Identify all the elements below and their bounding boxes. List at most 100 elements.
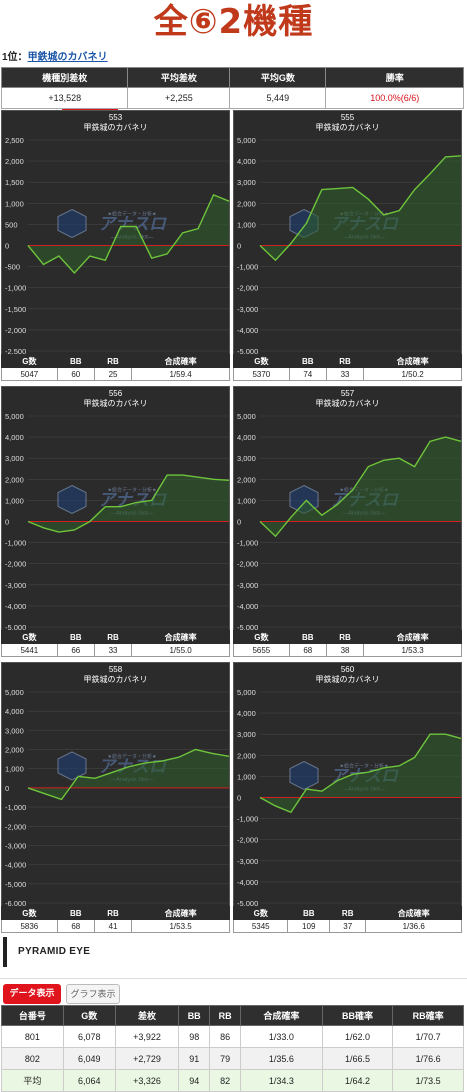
- summary-win-rate: 100.0%(6/6): [325, 87, 464, 109]
- y-tick-label: 1,000: [237, 220, 256, 229]
- table-cell: 94: [178, 1069, 211, 1092]
- summary-avg-diff: +2,255: [127, 87, 231, 109]
- chart-panel: 5,000 4,000 3,000 2,000 1,000 0 -1,000 -2,000 -3…: [233, 662, 462, 908]
- y-tick-label: -1,000: [5, 284, 26, 293]
- machine-number: 555: [340, 113, 355, 122]
- y-tick-label: 4,000: [5, 707, 24, 716]
- y-tick-label: 2,000: [5, 475, 24, 484]
- stats-cell: 38: [325, 643, 365, 657]
- machine-number: 560: [340, 665, 355, 674]
- watermark-logo: ★総合データ・分析★アナスロ—Analysis Slot—: [57, 208, 167, 241]
- rank-label: 1位：: [2, 52, 28, 63]
- chart-panel: 5,000 4,000 3,000 2,000 1,000 0 -1,000 -2,000 -3…: [1, 662, 230, 908]
- y-tick-label: 5,000: [237, 412, 256, 421]
- stats-cell: 68: [288, 643, 327, 657]
- stats-header: BB: [56, 906, 95, 920]
- y-tick-label: -1,000: [237, 815, 258, 824]
- stats-header: G数: [1, 354, 58, 368]
- machine-stats-table: G数 BB RB 合成確率 5836 68 41 1/53.5: [1, 906, 230, 933]
- chart-svg: 5,000 4,000 3,000 2,000 1,000 0 -1,000 -2,000 -3…: [237, 412, 462, 632]
- machine-name: 甲鉄城のカバネリ: [83, 123, 148, 132]
- machine-number: 557: [340, 389, 355, 398]
- machine-name: 甲鉄城のカバネリ: [83, 675, 148, 684]
- column-header: G数: [62, 1005, 116, 1026]
- stats-cell: 5655: [233, 643, 290, 657]
- y-tick-label: 5,000: [237, 136, 256, 145]
- y-tick-label: 2,000: [237, 475, 256, 484]
- y-tick-label: 2,000: [237, 199, 256, 208]
- average-row: 平均 6,064 +3,326 94 82 1/34.3 1/64.2 1/73.5: [1, 1069, 464, 1092]
- y-tick-label: 4,000: [237, 157, 256, 166]
- y-tick-label: 5,000: [237, 688, 256, 697]
- column-header: BB: [178, 1005, 211, 1026]
- stats-cell: 1/36.6: [365, 919, 462, 933]
- tab-data-view[interactable]: データ表示: [3, 984, 61, 1004]
- y-tick-label: -3,000: [237, 857, 258, 866]
- stats-header: RB: [325, 630, 365, 644]
- y-tick-label: -5,000: [5, 880, 26, 889]
- stats-header: BB: [287, 906, 331, 920]
- stats-header: 合成確率: [365, 906, 462, 920]
- stats-cell: 25: [93, 367, 133, 381]
- stats-cell: 1/55.0: [131, 643, 230, 657]
- y-tick-label: 2,000: [5, 157, 24, 166]
- table-cell: 1/76.6: [392, 1047, 464, 1070]
- y-tick-label: 3,000: [237, 454, 256, 463]
- machine-name: 甲鉄城のカバネリ: [315, 675, 380, 684]
- stats-cell: 1/53.5: [131, 919, 230, 933]
- chart-title: 558 甲鉄城のカバネリ: [2, 665, 229, 685]
- machine-number: 556: [108, 389, 123, 398]
- machine-stats-table: G数 BB RB 合成確率 5345 109 37 1/36.6: [232, 906, 462, 933]
- y-tick-label: -2,000: [5, 822, 26, 831]
- y-tick-label: -500: [5, 263, 20, 272]
- y-tick-label: 0: [5, 784, 9, 793]
- table-cell: +3,326: [114, 1069, 180, 1092]
- table-cell: 6,078: [62, 1025, 116, 1048]
- stats-header: G数: [1, 630, 58, 644]
- tab-graph-view[interactable]: グラフ表示: [66, 984, 120, 1004]
- stats-cell: 1/50.2: [363, 367, 462, 381]
- y-tick-label: 0: [5, 242, 9, 251]
- machine-stats-table: G数 BB RB 合成確率 5655 68 38 1/53.3: [233, 630, 462, 657]
- chart-title: 557 甲鉄城のカバネリ: [234, 389, 461, 409]
- stats-cell: 1/59.4: [131, 367, 230, 381]
- column-header: 合成確率: [240, 1005, 323, 1026]
- chart-svg: 5,000 4,000 3,000 2,000 1,000 0 -1,000 -2,000 -3…: [5, 412, 230, 632]
- y-tick-label: 3,000: [237, 730, 256, 739]
- watermark-emblem-icon: [57, 208, 87, 239]
- y-tick-label: -2,000: [5, 326, 26, 335]
- stats-cell: 5441: [1, 643, 58, 657]
- y-tick-label: 1,000: [5, 496, 24, 505]
- chart-svg: 2,500 2,000 1,500 1,000 500 0 -500 -1,000 -1,500…: [5, 136, 230, 356]
- stats-header: BB: [288, 630, 327, 644]
- table-cell: +3,922: [114, 1025, 180, 1048]
- table-cell: 802: [1, 1047, 64, 1070]
- table-cell: 1/73.5: [392, 1069, 464, 1092]
- table-cell: 1/35.6: [240, 1047, 323, 1070]
- machine-number: 558: [108, 665, 123, 674]
- table-cell: 6,064: [62, 1069, 116, 1092]
- stats-cell: 5370: [233, 367, 290, 381]
- stats-cell: 41: [93, 919, 133, 933]
- column-header: 差枚: [114, 1005, 180, 1026]
- table-header-row: 台番号 G数 差枚 BB RB 合成確率 BB確率 RB確率: [1, 1005, 464, 1026]
- y-tick-label: 3,000: [5, 454, 24, 463]
- stats-cell: 68: [56, 919, 95, 933]
- stats-header: RB: [93, 630, 133, 644]
- stats-cell: 1/53.3: [363, 643, 462, 657]
- stats-cell: 109: [287, 919, 331, 933]
- table-cell: 1/64.2: [321, 1069, 394, 1092]
- y-tick-label: 5,000: [5, 688, 24, 697]
- y-tick-label: 3,000: [5, 726, 24, 735]
- chart-panel: 2,500 2,000 1,500 1,000 500 0 -500 -1,000 -1,500…: [1, 110, 230, 356]
- y-tick-label: -2,000: [237, 284, 258, 293]
- y-tick-label: -1,000: [5, 539, 26, 548]
- table-cell: 86: [209, 1025, 242, 1048]
- pyramid-eye-heading: PYRAMID EYE: [18, 946, 91, 957]
- chart-title: 555 甲鉄城のカバネリ: [234, 113, 461, 133]
- y-tick-label: -3,000: [5, 841, 26, 850]
- page-title: 全⑥2機種: [153, 2, 314, 42]
- machine-link[interactable]: 甲鉄城のカバネリ: [28, 52, 108, 63]
- summary-header: 勝率: [325, 67, 464, 88]
- summary-table: 機種別差枚 平均差枚 平均G数 勝率 +13,528 +2,255 5,449 …: [0, 67, 464, 109]
